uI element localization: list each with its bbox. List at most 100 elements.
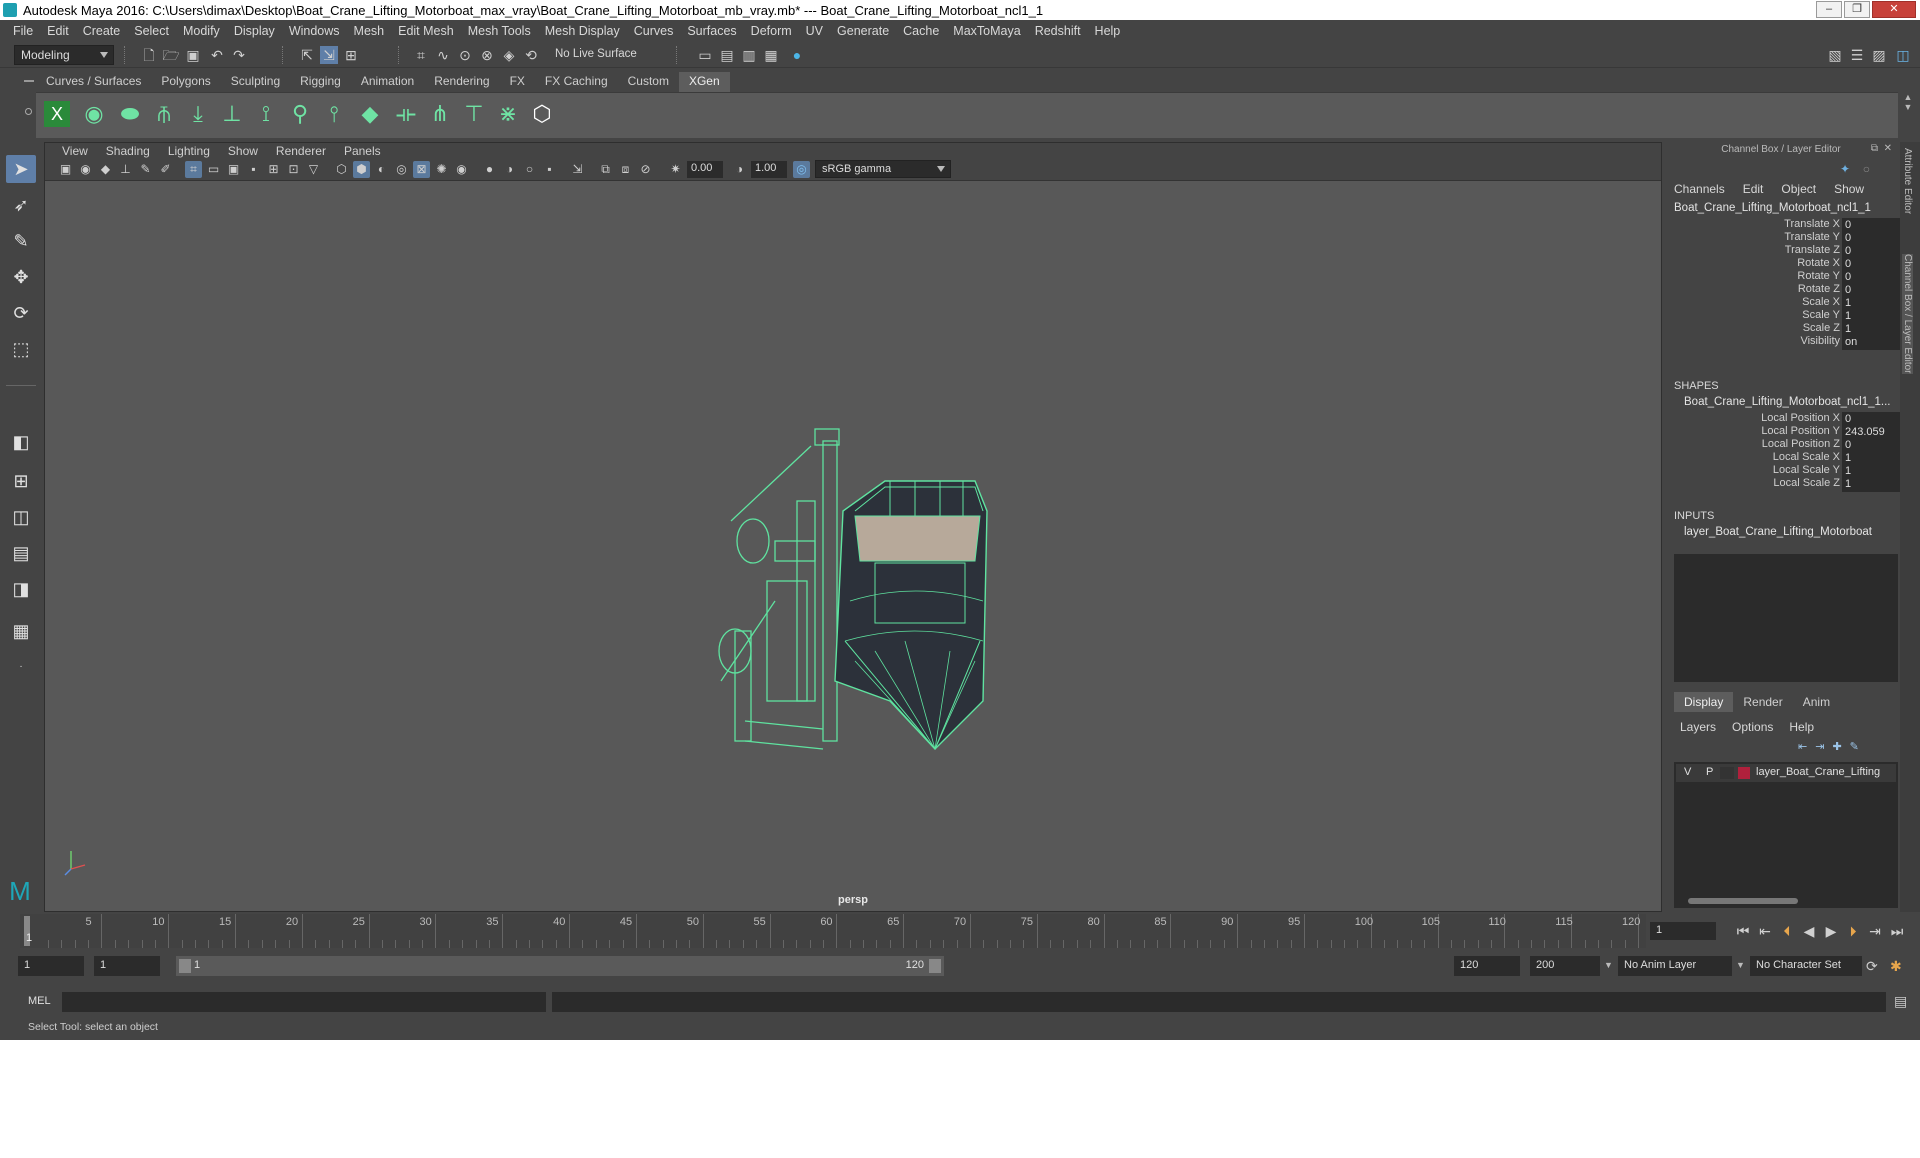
shelf-tab-animation[interactable]: Animation [350, 72, 425, 92]
attribute-icon[interactable]: ○ [1863, 162, 1870, 176]
channel-value[interactable]: 1 [1842, 477, 1902, 492]
xgen-place-icon[interactable]: ⤓ [182, 98, 214, 130]
layer-editor-icon[interactable]: ◫ [1894, 46, 1912, 64]
layer-playback-toggle[interactable]: P [1706, 766, 1713, 778]
lasso-tool-icon[interactable]: ➶ [6, 191, 36, 219]
scene-end-field[interactable]: 200 [1530, 956, 1600, 976]
xgen-sculpt-icon[interactable]: ⋔ [424, 98, 456, 130]
textured-icon[interactable]: ◎ [393, 161, 410, 178]
gamma-icon[interactable]: ◑ [731, 161, 748, 178]
menu-create[interactable]: Create [76, 24, 128, 38]
panel-menu-renderer[interactable]: Renderer [267, 144, 335, 158]
object-name[interactable]: Boat_Crane_Lifting_Motorboat_ncl1_1 [1674, 202, 1871, 214]
gate-mask-icon[interactable]: ▪ [245, 161, 262, 178]
range-end-handle[interactable] [929, 959, 941, 973]
xgen-length-icon[interactable]: ⟟ [250, 98, 282, 130]
channel-box-tab[interactable]: Channel Box / Layer Editor [1902, 254, 1913, 374]
more-layouts-icon[interactable]: · [6, 653, 36, 681]
grid-icon[interactable]: ⌗ [185, 161, 202, 178]
step-forward-frame-icon[interactable]: ⏵ [1844, 922, 1862, 940]
playback-start-field[interactable]: 1 [94, 956, 160, 976]
step-forward-key-icon[interactable]: ⇥ [1866, 922, 1884, 940]
panel-menu-view[interactable]: View [53, 144, 97, 158]
step-back-key-icon[interactable]: ⇤ [1756, 922, 1774, 940]
select-object-icon[interactable]: ⇲ [320, 46, 338, 64]
channel-value[interactable]: on [1842, 335, 1902, 350]
menu-mesh-display[interactable]: Mesh Display [538, 24, 627, 38]
menu-mesh-tools[interactable]: Mesh Tools [461, 24, 538, 38]
xgen-preview-icon[interactable]: ◉ [78, 98, 110, 130]
camera-attributes-icon[interactable]: ◉ [77, 161, 94, 178]
paint-select-tool-icon[interactable]: ✎ [6, 227, 36, 255]
panel-menu-shading[interactable]: Shading [97, 144, 159, 158]
xgen-scale-icon[interactable]: ⟛ [390, 98, 422, 130]
auto-key-icon[interactable]: ⟳ [1866, 958, 1878, 975]
workspace-icon[interactable]: ▧ [1826, 46, 1844, 64]
grease-pencil-icon[interactable]: ✐ [157, 161, 174, 178]
select-hierarchy-icon[interactable]: ⇱ [298, 46, 316, 64]
color-management-icon[interactable]: ◎ [793, 161, 810, 178]
render-settings-icon[interactable]: ▦ [762, 46, 780, 64]
snap-point-icon[interactable]: ⊙ [456, 46, 474, 64]
script-language-toggle[interactable]: MEL [28, 995, 51, 1007]
snap-edge-icon[interactable]: ⟲ [522, 46, 540, 64]
xgen-description-icon[interactable]: ⬬ [114, 98, 146, 130]
xgen-grooming-icon[interactable]: ⫚ [148, 98, 180, 130]
chevron-down-icon[interactable]: ▼ [1604, 960, 1613, 970]
persp-outliner-layout-icon[interactable]: ◫ [6, 503, 36, 531]
layer-row[interactable]: V P layer_Boat_Crane_Lifting [1676, 764, 1896, 782]
screen-space-ao-icon[interactable]: ● [481, 161, 498, 178]
rotate-tool-icon[interactable]: ⟳ [6, 299, 36, 327]
menu-mesh[interactable]: Mesh [347, 24, 392, 38]
move-layer-up-icon[interactable]: ⇤ [1798, 740, 1807, 753]
panel-menu-show[interactable]: Show [219, 144, 267, 158]
xgen-editor-icon[interactable]: X [44, 101, 70, 127]
panel-menu-panels[interactable]: Panels [335, 144, 390, 158]
tool-settings-icon[interactable]: ▨ [1870, 46, 1888, 64]
move-layer-down-icon[interactable]: ⇥ [1815, 740, 1824, 753]
current-frame-field[interactable]: 1 [1650, 922, 1716, 940]
shelf-tab-xgen[interactable]: XGen [678, 72, 730, 92]
channel-box-toggle-icon[interactable]: ☰ [1848, 46, 1866, 64]
play-forwards-icon[interactable]: ▶ [1822, 922, 1840, 940]
select-component-icon[interactable]: ⊞ [342, 46, 360, 64]
xgen-guide-icon[interactable]: ⊥ [216, 98, 248, 130]
shelf-tab-fx-caching[interactable]: FX Caching [534, 72, 618, 92]
shelf-tab-rendering[interactable]: Rendering [424, 72, 500, 92]
close-button[interactable]: ✕ [1872, 1, 1916, 18]
layer-tab-anim[interactable]: Anim [1793, 692, 1840, 712]
preferences-icon[interactable]: ✱ [1890, 958, 1902, 975]
shelf-tab-polygons[interactable]: Polygons [151, 72, 221, 92]
layer-color-swatch[interactable] [1738, 767, 1750, 779]
new-layer-icon[interactable]: ✚ [1832, 740, 1841, 753]
go-to-end-icon[interactable]: ⏭ [1888, 922, 1906, 940]
shelf-tab-custom[interactable]: Custom [617, 72, 679, 92]
command-input[interactable] [62, 992, 546, 1012]
menu-file[interactable]: File [6, 24, 40, 38]
shelf-tab-rigging[interactable]: Rigging [290, 72, 351, 92]
render-view-icon[interactable]: ▭ [696, 46, 714, 64]
maximize-button[interactable]: ❐ [1844, 1, 1870, 18]
lights-icon[interactable]: ✺ [433, 161, 450, 178]
time-slider[interactable]: 1 5 10 15 20 25 30 35 40 45 50 55 60 65 70 75 80 85 90 95 1… [20, 914, 1646, 948]
menu-modify[interactable]: Modify [176, 24, 227, 38]
shelf-tab-curves-surfaces[interactable]: Curves / Surfaces [36, 72, 152, 92]
exposure-icon[interactable]: ✷ [667, 161, 684, 178]
open-scene-icon[interactable]: 🗁 [162, 46, 180, 64]
anti-aliasing-icon[interactable]: ○ [521, 161, 538, 178]
backface-icon[interactable]: ⊘ [637, 161, 654, 178]
layer-scrollbar[interactable] [1678, 896, 1894, 906]
uv-layout-icon[interactable]: ▦ [6, 617, 36, 645]
snap-curve-icon[interactable]: ∿ [434, 46, 452, 64]
chevron-down-icon[interactable]: ▼ [1736, 960, 1745, 970]
channel-box-icon[interactable]: ✦ [1840, 162, 1850, 176]
minimize-button[interactable]: – [1816, 1, 1842, 18]
select-tool-icon[interactable]: ➤ [6, 155, 36, 183]
channel-menu-object[interactable]: Object [1781, 182, 1816, 196]
viewport-persp[interactable]: View Shading Lighting Show Renderer Panels ▣ … [44, 142, 1662, 912]
layer-tab-render[interactable]: Render [1733, 692, 1792, 712]
xray-active-icon[interactable]: ⧈ [617, 161, 634, 178]
depth-of-field-icon[interactable]: ▪ [541, 161, 558, 178]
menu-redshift[interactable]: Redshift [1028, 24, 1088, 38]
xgen-layers-icon[interactable]: ◆ [354, 98, 386, 130]
